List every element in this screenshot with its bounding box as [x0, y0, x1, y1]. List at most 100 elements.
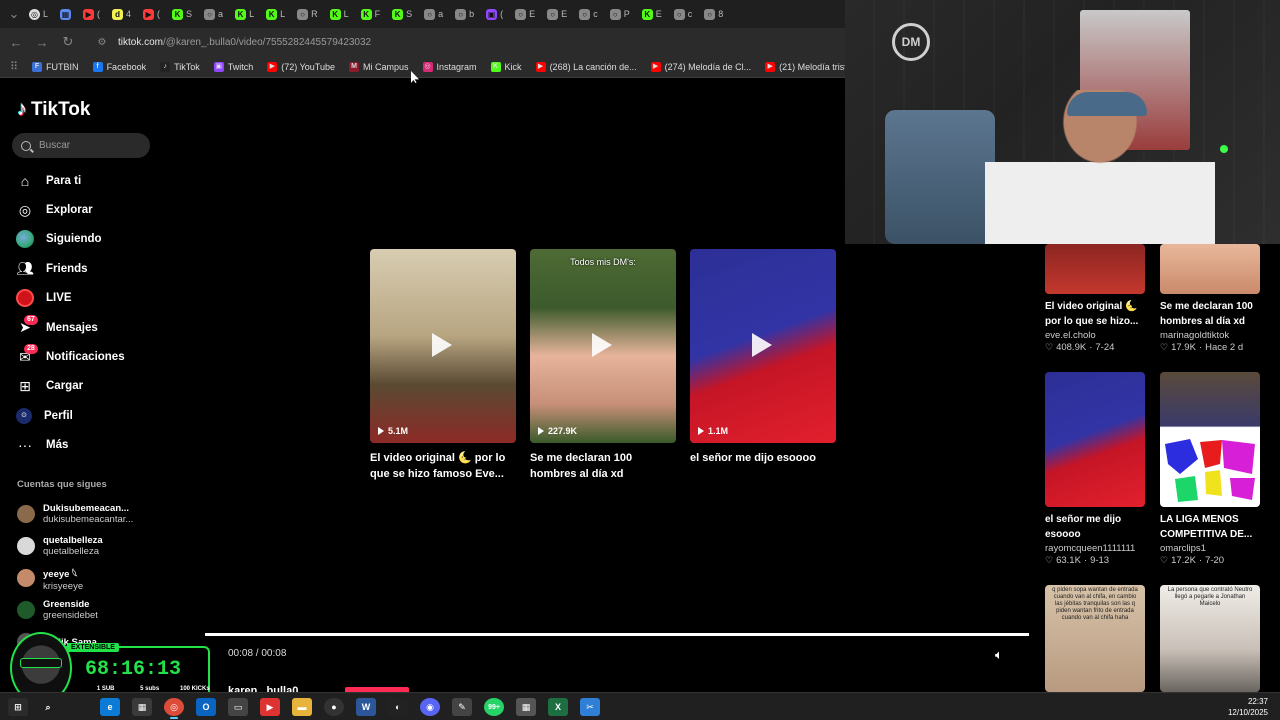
browser-tab[interactable]: KL	[230, 4, 259, 24]
recommended-title[interactable]: El video original 🌜 por lo que se hizo..…	[1045, 300, 1145, 329]
following-account[interactable]: Greenside greensidebet	[17, 594, 142, 626]
browser-tab[interactable]: ○ 8	[699, 4, 728, 24]
following-account[interactable]: Dukisubemeacan... dukisubemeacantar...	[17, 498, 142, 530]
browser-tab[interactable]: KL	[325, 4, 354, 24]
bookmark-item[interactable]: ▶ (72) YouTube	[267, 61, 335, 72]
video-title[interactable]: El video original 🌜 por lo que se hizo f…	[370, 450, 516, 482]
sidebar-item-notificaciones[interactable]: ✉ 28 Notificaciones	[16, 342, 156, 371]
recommended-card[interactable]: q piden sopa wantan de entrada cuando va…	[1045, 585, 1145, 692]
recommended-thumbnail[interactable]	[1045, 244, 1145, 294]
video-editor-icon[interactable]: ▶	[260, 698, 280, 716]
browser-tab[interactable]: ○ R	[292, 4, 323, 24]
browser-tab[interactable]: ○ E	[542, 4, 572, 24]
bookmark-item[interactable]: ▶ (268) La canción de...	[535, 61, 637, 72]
browser-tab[interactable]: d4	[107, 4, 136, 24]
recommended-thumbnail[interactable]: La persona que contrató Neutro llegó a p…	[1160, 585, 1260, 692]
browser-tab[interactable]: ▶(	[138, 4, 165, 24]
browser-tab[interactable]: ○ a	[199, 4, 228, 24]
bookmark-item[interactable]: f Facebook	[92, 61, 146, 72]
bookmark-item[interactable]: K Kick	[490, 61, 522, 72]
search-input[interactable]	[39, 140, 134, 151]
recommended-card[interactable]: el señor me dijo esoooo rayomcqueen11111…	[1045, 372, 1145, 585]
outlook-icon[interactable]: O	[196, 698, 216, 716]
video-card[interactable]: Todos mis DM's: 227.9K Se me declaran 10…	[530, 249, 676, 482]
browser-tab[interactable]: ○ P	[605, 4, 635, 24]
browser-tab[interactable]: ○ b	[450, 4, 479, 24]
video-title[interactable]: Se me declaran 100 hombres al día xd	[530, 450, 676, 482]
browser-tab[interactable]: KS	[167, 4, 197, 24]
obs-icon[interactable]: ●	[324, 698, 344, 716]
tiktok-logo[interactable]: ♪ TikTok	[17, 98, 90, 121]
bookmark-item[interactable]: M Mi Campus	[349, 61, 409, 72]
recommended-card[interactable]: El video original 🌜 por lo que se hizo..…	[1045, 244, 1145, 372]
recommended-user[interactable]: omarclips1	[1160, 543, 1260, 554]
recommended-thumbnail[interactable]	[1045, 372, 1145, 507]
recommended-title[interactable]: Se me declaran 100 hombres al día xd	[1160, 300, 1260, 329]
url-field[interactable]: ⚙ tiktok.com /@karen_.bulla0/video/75552…	[86, 31, 837, 53]
recommended-title[interactable]: el señor me dijo esoooo	[1045, 513, 1145, 542]
excel-icon[interactable]: X	[548, 698, 568, 716]
windows-start-icon[interactable]: ⊞	[8, 698, 28, 716]
video-thumbnail[interactable]: 5.1M	[370, 249, 516, 443]
word-icon[interactable]: W	[356, 698, 376, 716]
bookmark-item[interactable]: ▶ (274) Melodía de Cl...	[650, 61, 751, 72]
bookmark-item[interactable]: ◎ Instagram	[422, 61, 477, 72]
video-card[interactable]: 5.1M El video original 🌜 por lo que se h…	[370, 249, 516, 482]
whatsapp-icon[interactable]: 99+	[484, 698, 504, 716]
chrome-icon[interactable]: ◎	[164, 698, 184, 719]
browser-tab[interactable]: ○ c	[574, 4, 603, 24]
browser-tab[interactable]: ▦	[55, 4, 76, 24]
site-info-icon[interactable]: ⚙	[94, 37, 110, 48]
file-explorer-icon[interactable]: ▬	[292, 698, 312, 716]
browser-tab[interactable]: ▶(	[78, 4, 105, 24]
video-thumbnail[interactable]: Todos mis DM's: 227.9K	[530, 249, 676, 443]
sidebar-item-para-ti[interactable]: ⌂ Para ti	[16, 166, 156, 195]
recommended-thumbnail[interactable]: q piden sopa wantan de entrada cuando va…	[1045, 585, 1145, 692]
browser-tab[interactable]: ○ a	[419, 4, 448, 24]
recommended-user[interactable]: eve.el.cholo	[1045, 330, 1145, 341]
volume-icon[interactable]: 🔈︎	[995, 647, 1003, 663]
sidebar-item-siguiendo[interactable]: Siguiendo	[16, 225, 156, 254]
sidebar-item-perfil[interactable]: ⊙ Perfil	[16, 401, 156, 430]
browser-tab[interactable]: KL	[261, 4, 290, 24]
tab-list-chevron-icon[interactable]: ⌄	[6, 6, 22, 22]
bookmark-item[interactable]: ▣ Twitch	[213, 61, 253, 72]
browser-tab[interactable]: KF	[356, 4, 386, 24]
reload-icon[interactable]: ↻	[60, 34, 76, 50]
system-clock[interactable]: 22:37 12/10/2025	[1228, 696, 1268, 718]
browser-tab[interactable]: ○ E	[510, 4, 540, 24]
browser-tab[interactable]: ▣(	[481, 4, 508, 24]
apps-grid-icon[interactable]: ⠿	[10, 60, 18, 73]
bookmark-item[interactable]: F FUTBIN	[32, 61, 79, 72]
sidebar-item-m-s[interactable]: ··· Más	[16, 431, 156, 460]
browser-tab[interactable]: KE	[637, 4, 667, 24]
video-card[interactable]: 1.1M el señor me dijo esoooo	[690, 249, 836, 482]
sidebar-item-live[interactable]: LIVE	[16, 284, 156, 313]
app-icon[interactable]: ▭	[228, 698, 248, 716]
sidebar-item-cargar[interactable]: ⊞ Cargar	[16, 372, 156, 401]
recommended-card[interactable]: Se me declaran 100 hombres al día xd mar…	[1160, 244, 1260, 372]
following-account[interactable]: quetalbelleza quetalbelleza	[17, 530, 142, 562]
sidebar-item-mensajes[interactable]: ➤ 67 Mensajes	[16, 313, 156, 342]
recommended-title[interactable]: LA LIGA MENOS COMPETITIVA DE...	[1160, 513, 1260, 542]
sidebar-item-explorar[interactable]: ◎ Explorar	[16, 195, 156, 224]
browser-tab[interactable]: ○ c	[669, 4, 698, 24]
recommended-thumbnail[interactable]	[1160, 244, 1260, 294]
forward-arrow-icon[interactable]: →	[34, 35, 50, 50]
sidebar-item-friends[interactable]: 👥︎ Friends	[16, 254, 156, 283]
video-title[interactable]: el señor me dijo esoooo	[690, 450, 836, 466]
recommended-user[interactable]: rayomcqueen1111111	[1045, 543, 1145, 554]
search-bar[interactable]	[12, 133, 150, 158]
back-arrow-icon[interactable]: ←	[8, 35, 24, 50]
video-progress-bar[interactable]	[205, 633, 1029, 636]
snipping-icon[interactable]: ✂	[580, 698, 600, 716]
recommended-card[interactable]: La persona que contrató Neutro llegó a p…	[1160, 585, 1260, 692]
taskbar-search-icon[interactable]: ⌕	[38, 698, 58, 716]
discord-icon[interactable]: ◉	[420, 698, 440, 716]
bookmark-item[interactable]: ▶(21) Melodía triste |...	[765, 61, 845, 72]
recommended-user[interactable]: marinagoldtiktok	[1160, 330, 1260, 341]
browser-tab[interactable]: KS	[387, 4, 417, 24]
browser-tab[interactable]: ◎ L	[24, 4, 53, 24]
video-thumbnail[interactable]: 1.1M	[690, 249, 836, 443]
capcut-icon[interactable]: ◐	[388, 698, 408, 716]
